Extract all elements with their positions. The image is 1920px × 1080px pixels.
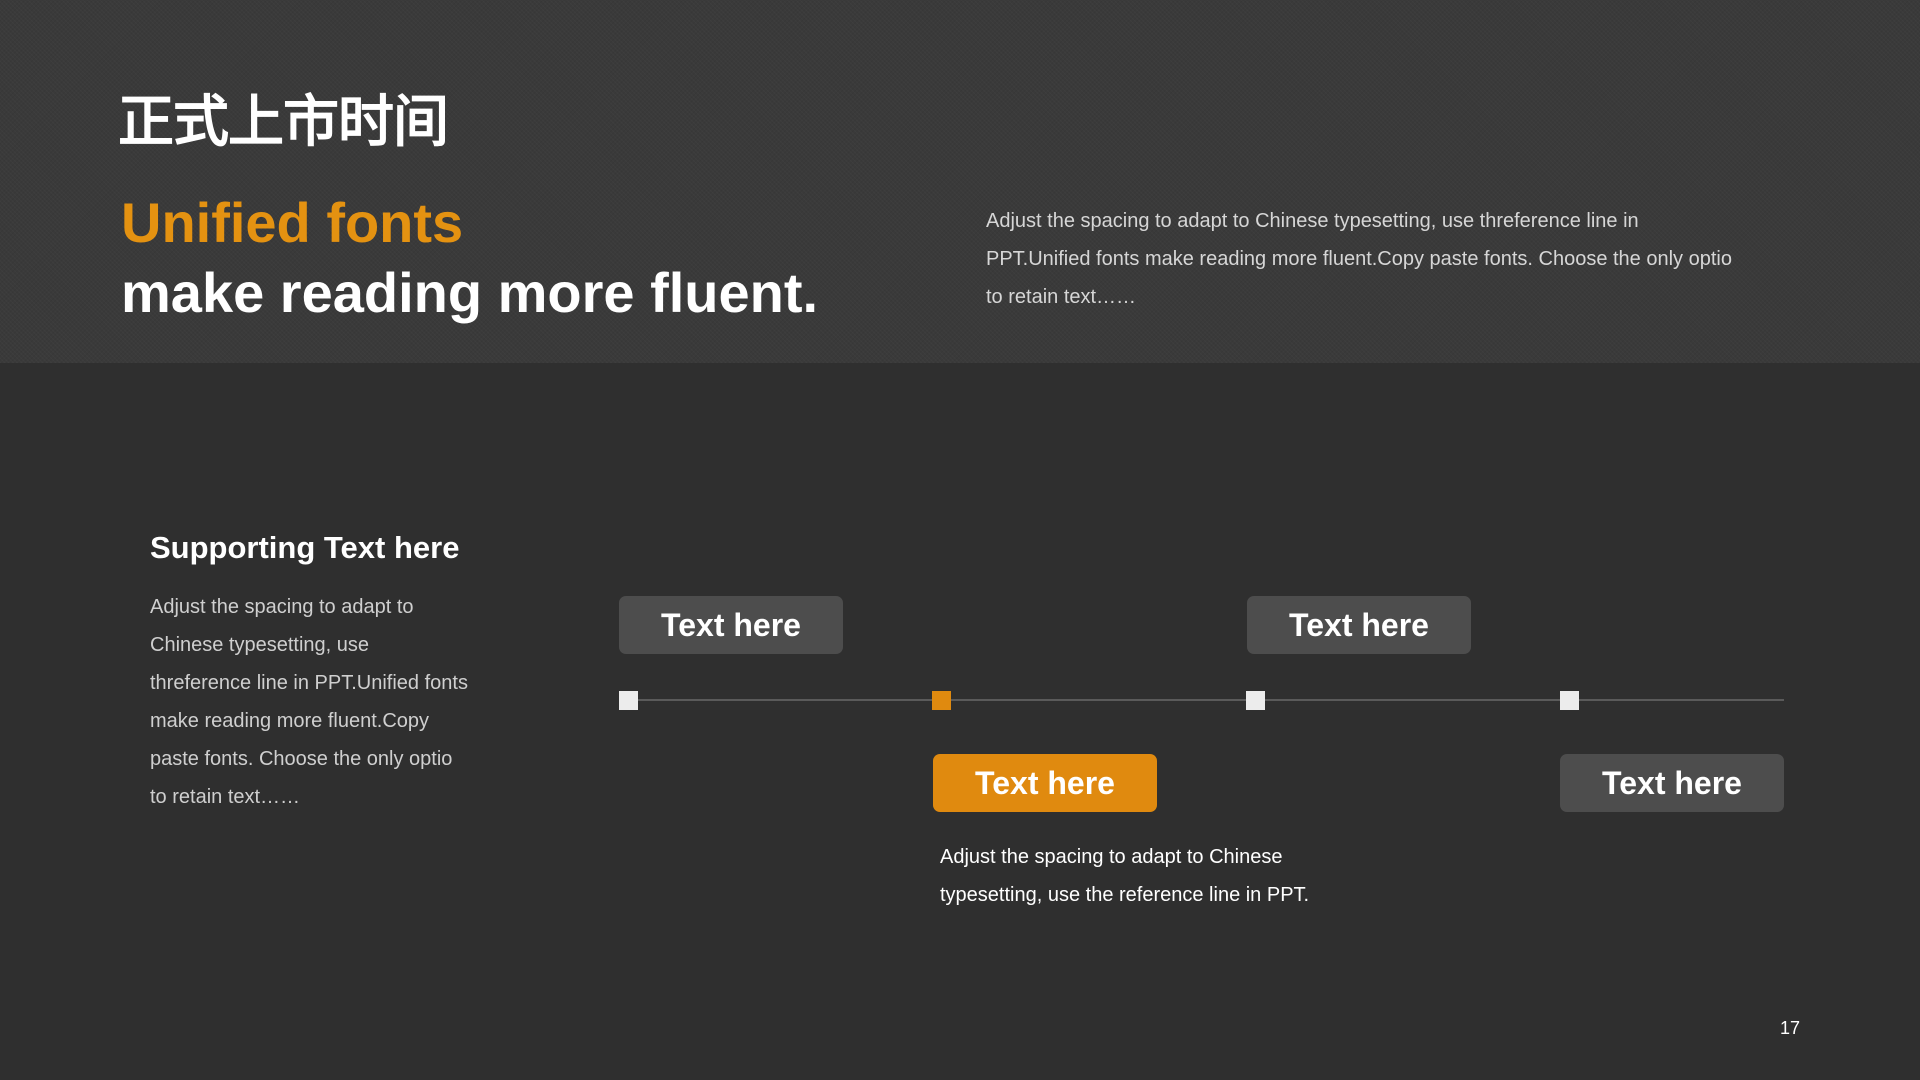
timeline-node-2 — [932, 691, 951, 710]
timeline-label-2: Text here — [933, 754, 1157, 812]
timeline-node-1 — [619, 691, 638, 710]
timeline-label-3: Text here — [1247, 596, 1471, 654]
timeline-node-4 — [1560, 691, 1579, 710]
timeline-label-4: Text here — [1560, 754, 1784, 812]
headline-main: make reading more fluent. — [121, 261, 819, 324]
timeline-line — [629, 699, 1784, 701]
supporting-body: Adjust the spacing to adapt to Chinese t… — [150, 596, 468, 808]
header-description: Adjust the spacing to adapt to Chinese t… — [986, 210, 1732, 308]
timeline-node-3 — [1246, 691, 1265, 710]
timeline-label-1: Text here — [619, 596, 843, 654]
slide-title: 正式上市时间 — [118, 90, 449, 155]
headline: Unified fonts make reading more fluent. — [121, 188, 818, 328]
timeline-description: Adjust the spacing to adapt to Chinese t… — [940, 846, 1310, 906]
supporting-title: Supporting Text here — [150, 530, 460, 565]
page-number: 17 — [1779, 1018, 1800, 1038]
headline-accent: Unified fonts — [121, 191, 464, 254]
slide: 正式上市时间 Unified fonts make reading more f… — [0, 0, 1920, 1080]
